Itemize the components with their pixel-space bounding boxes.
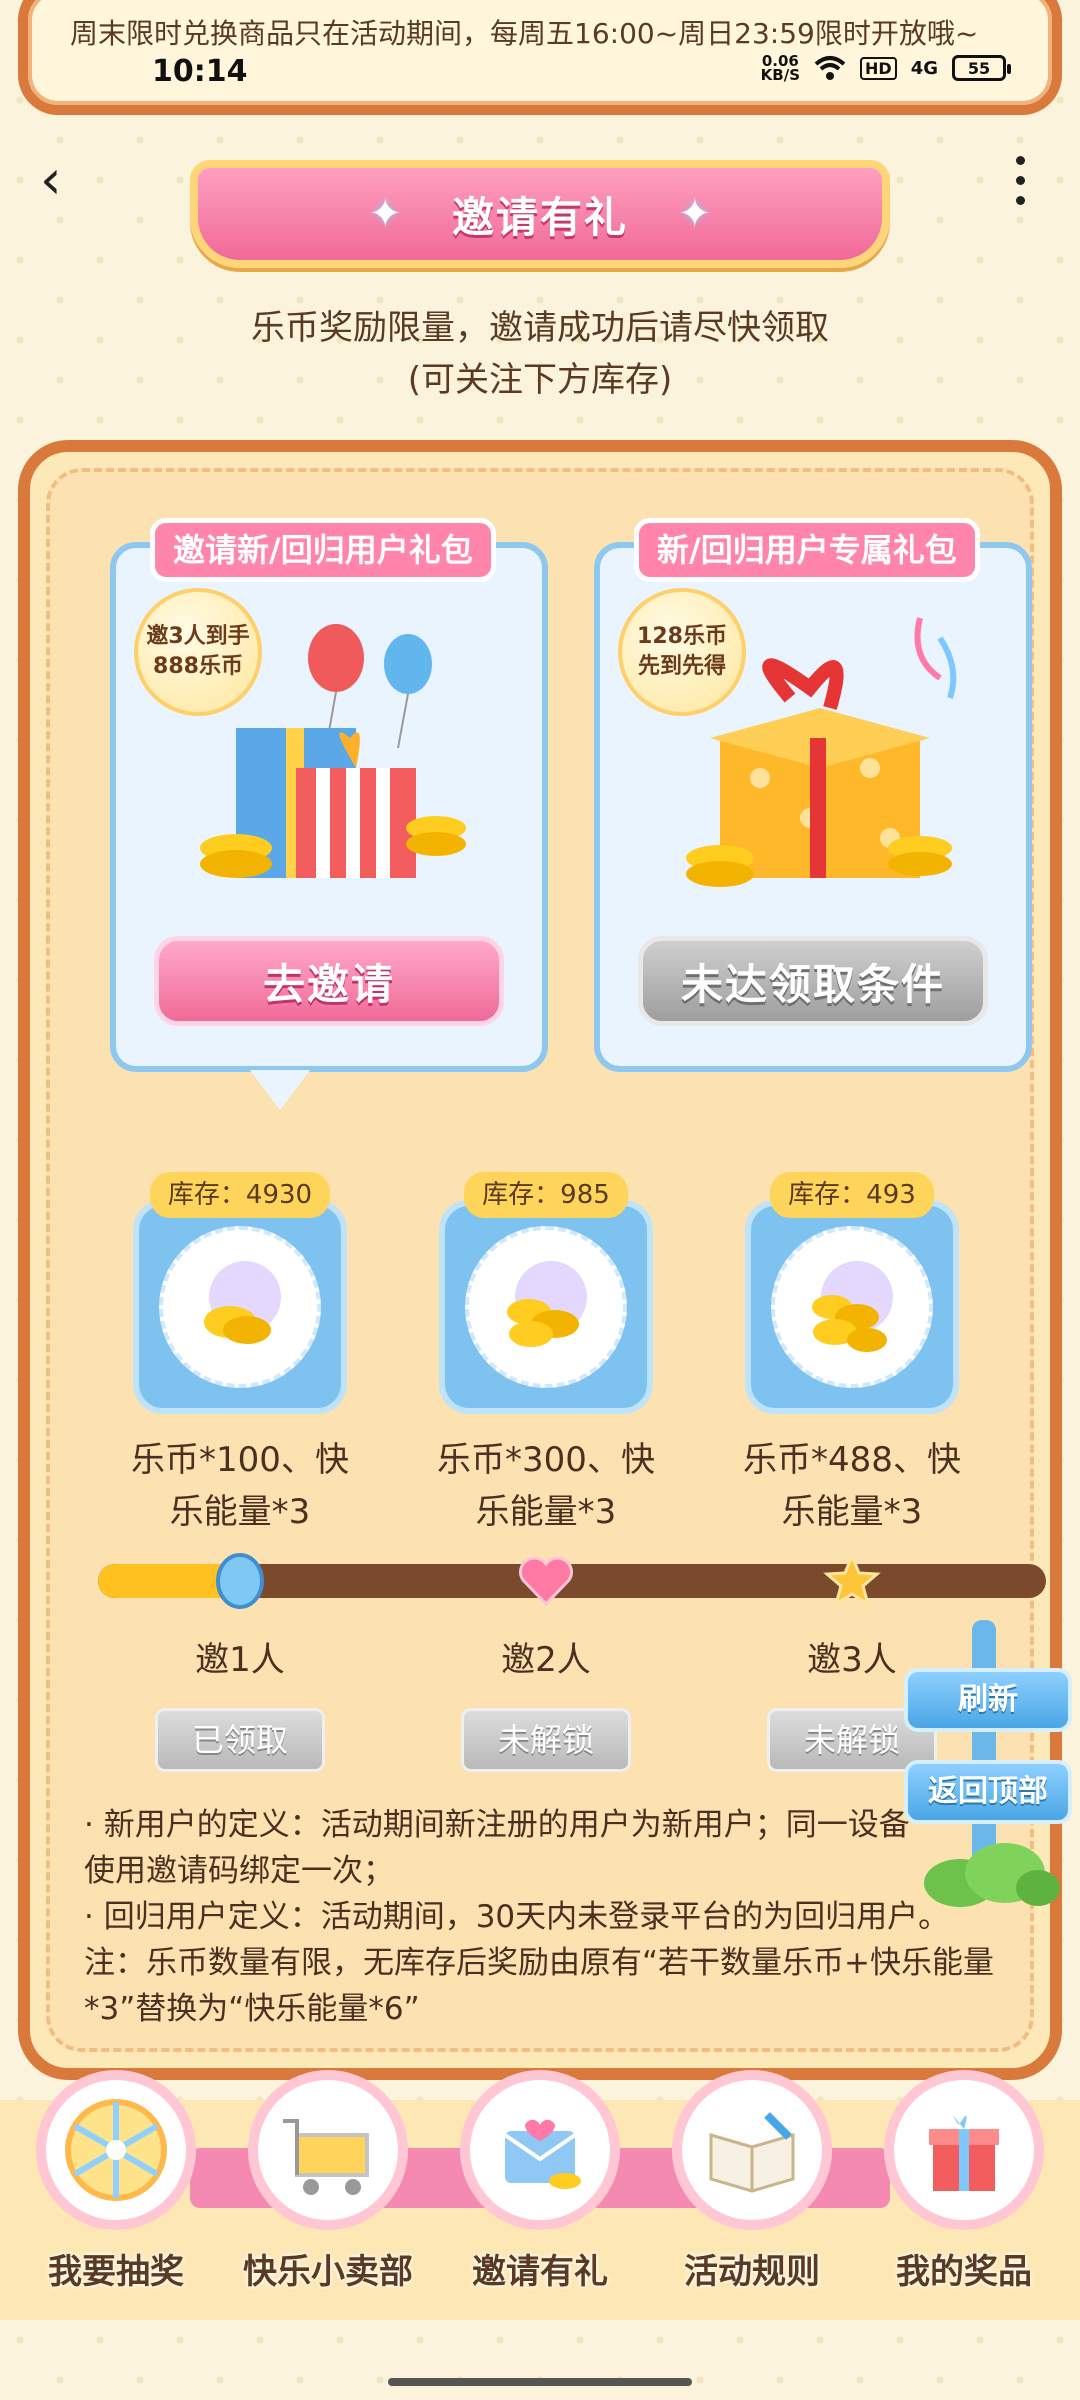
reward-tier-1: 库存：4930 乐币*100、快 乐能量*3 <box>120 1172 360 1538</box>
gift-box-icon <box>884 2070 1044 2230</box>
home-indicator[interactable] <box>388 2378 692 2386</box>
invite-envelope-icon <box>460 2070 620 2230</box>
sparkle-icon: ✦ <box>368 191 402 237</box>
nav-shop[interactable]: 快乐小卖部 <box>228 2070 428 2293</box>
nav-prizes[interactable]: 我的奖品 <box>864 2070 1064 2293</box>
hd-icon: HD <box>860 56 897 80</box>
new-user-gift-card: 新/回归用户专属礼包 128乐币 先到先得 未达领取条件 <box>594 518 1032 1072</box>
gift-tag: 新/回归用户专属礼包 <box>634 518 980 582</box>
reward-tile <box>745 1200 959 1414</box>
reward-label: 乐币*300、快 乐能量*3 <box>437 1440 655 1532</box>
step-label: 邀2人 <box>501 1640 591 1680</box>
wifi-icon <box>814 56 846 80</box>
reward-tier-3: 库存：493 乐币*488、快 乐能量*3 <box>732 1172 972 1538</box>
reward-bubble: 邀3人到手 888乐币 <box>134 588 262 716</box>
coin-bubble-icon <box>465 1226 627 1388</box>
subtitle-line1: 乐币奖励限量，邀请成功后请尽快领取 <box>251 308 829 348</box>
wheel-icon <box>36 2070 196 2230</box>
cart-icon <box>248 2070 408 2230</box>
reward-tier-2: 库存：985 乐币*300、快 乐能量*3 <box>426 1172 666 1538</box>
network-speed: 0.06 KB/S <box>760 52 801 84</box>
more-menu-icon[interactable] <box>1008 150 1032 210</box>
go-invite-button[interactable]: 去邀请 <box>154 936 504 1026</box>
page-title: 邀请有礼 <box>451 192 628 242</box>
coin-bubble-icon <box>159 1226 321 1388</box>
reward-tile <box>439 1200 653 1414</box>
back-arrow-icon[interactable]: ‹ <box>40 150 80 210</box>
status-icons: 0.06 KB/S HD 4G 55 <box>760 52 1011 84</box>
invite-gift-card: 邀请新/回归用户礼包 邀3人到手 888乐币 去邀请 <box>110 518 548 1072</box>
nav-rules[interactable]: 活动规则 <box>652 2070 852 2293</box>
claim-disabled-button[interactable]: 未达领取条件 <box>638 936 988 1026</box>
refresh-button[interactable]: 刷新 <box>904 1668 1072 1732</box>
back-to-top-button[interactable]: 返回顶部 <box>904 1760 1072 1824</box>
status-time: 10:14 <box>152 54 248 89</box>
subtitle-line2: (可关注下方库存) <box>407 360 673 400</box>
reward-bubble: 128乐币 先到先得 <box>618 588 746 716</box>
reward-label: 乐币*100、快 乐能量*3 <box>131 1440 349 1532</box>
sparkle-icon: ✦ <box>678 191 712 237</box>
gift-tag: 邀请新/回归用户礼包 <box>150 518 496 582</box>
egg-node-icon <box>211 1552 269 1610</box>
nav-lottery[interactable]: 我要抽奖 <box>16 2070 216 2293</box>
reward-label: 乐币*488、快 乐能量*3 <box>743 1440 961 1532</box>
title-ribbon: ✦ 邀请有礼 ✦ <box>190 160 890 268</box>
step-label: 邀1人 <box>195 1640 285 1680</box>
claimed-button[interactable]: 已领取 <box>155 1708 325 1772</box>
bush-icon <box>924 1843 1060 1907</box>
rules-book-icon <box>672 2070 832 2230</box>
stock-badge: 库存：985 <box>464 1172 628 1218</box>
nav-invite[interactable]: 邀请有礼 <box>440 2070 640 2293</box>
notice-marquee: 周末限时兑换商品只在活动期间，每周五16:00~周日23:59限时开放哦~ <box>70 17 979 50</box>
reward-tile <box>133 1200 347 1414</box>
locked-button[interactable]: 未解锁 <box>461 1708 631 1772</box>
coin-bubble-icon <box>771 1226 933 1388</box>
board-inner: 邀请新/回归用户礼包 邀3人到手 888乐币 去邀请 新/回归用户专属礼包 12… <box>46 468 1046 2052</box>
rules-notes: · 新用户的定义：活动期间新注册的用户为新用户；同一设备 使用邀请码绑定一次； … <box>84 1807 995 2027</box>
battery-icon: 55 <box>952 55 1011 81</box>
invite-board: 邀请新/回归用户礼包 邀3人到手 888乐币 去邀请 新/回归用户专属礼包 12… <box>18 440 1062 2080</box>
star-node-icon <box>823 1552 881 1610</box>
heart-node-icon <box>517 1552 575 1610</box>
card-pointer <box>250 1070 310 1110</box>
signal-icon: 4G <box>910 57 938 79</box>
stock-badge: 库存：493 <box>770 1172 934 1218</box>
stock-badge: 库存：4930 <box>149 1172 331 1218</box>
